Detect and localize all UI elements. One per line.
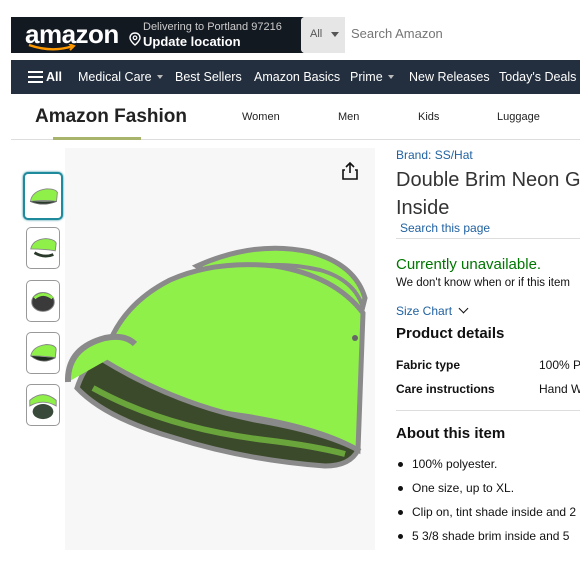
size-chart-label: Size Chart: [396, 304, 453, 318]
search-category-label: All: [310, 28, 323, 40]
search-this-page-link[interactable]: Search this page: [400, 221, 490, 235]
nav-best-sellers[interactable]: Best Sellers: [175, 70, 242, 84]
nav-new-releases[interactable]: New Releases: [409, 70, 490, 84]
store-link-luggage[interactable]: Luggage: [497, 111, 540, 123]
location-pin-icon: [129, 32, 141, 46]
caret-down-icon: [331, 32, 339, 37]
update-location-text: Update location: [143, 34, 241, 49]
visor-thumbnail-icon: [31, 292, 55, 312]
thumbnail-5[interactable]: [26, 384, 60, 426]
product-title-line-2: Inside: [396, 197, 450, 219]
thumbnail-2[interactable]: [26, 227, 60, 269]
search-input[interactable]: [351, 26, 571, 41]
nav-all[interactable]: All: [46, 70, 62, 84]
product-title-line-1: Double Brim Neon G: [396, 169, 580, 191]
nav-amazon-basics[interactable]: Amazon Basics: [254, 70, 340, 84]
product-title: Double Brim Neon G Inside: [396, 166, 580, 222]
caret-down-icon: [156, 75, 163, 79]
nav-prime-label: Prime: [350, 70, 383, 84]
caret-down-icon: [387, 75, 394, 79]
main-product-image[interactable]: [64, 148, 375, 550]
thumbnail-3[interactable]: [26, 280, 60, 322]
store-link-men[interactable]: Men: [338, 111, 359, 123]
visor-thumbnail-icon: [29, 188, 58, 205]
detail-label-fabric-type: Fabric type: [396, 358, 461, 372]
store-link-kids[interactable]: Kids: [418, 111, 439, 123]
divider: [396, 238, 580, 239]
share-icon[interactable]: [340, 161, 360, 181]
about-bullet-text: One size, up to XL.: [412, 481, 515, 495]
brand-link[interactable]: Brand: SS/Hat: [396, 148, 473, 162]
neon-visor-image: [64, 245, 368, 469]
store-navigation-bar: Amazon Fashion Women Men Kids Luggage: [11, 94, 580, 140]
about-bullet-text: 5 3/8 shade brim inside and 5: [412, 529, 570, 543]
about-bullet-text: Clip on, tint shade inside and 2: [412, 505, 577, 519]
detail-value-care-instructions: Hand W: [539, 382, 580, 396]
visor-thumbnail-icon: [29, 394, 57, 420]
detail-label-care-instructions: Care instructions: [396, 382, 495, 396]
availability-note: We don't know when or if this item: [396, 277, 570, 289]
divider: [396, 410, 580, 411]
nav-medical-care[interactable]: Medical Care: [78, 70, 163, 84]
about-bullet-text: 100% polyester.: [412, 457, 498, 471]
search-box: All: [301, 17, 580, 53]
secondary-navigation-bar: All Medical Care Best Sellers Amazon Bas…: [11, 60, 580, 94]
detail-value-fabric-type: 100% P: [539, 358, 580, 372]
visor-thumbnail-icon: [30, 344, 57, 362]
hamburger-menu-icon[interactable]: [28, 71, 43, 83]
nav-todays-deals[interactable]: Today's Deals: [499, 70, 576, 84]
search-category-dropdown[interactable]: All: [301, 17, 345, 53]
availability-status: Currently unavailable.: [396, 256, 542, 273]
store-link-women[interactable]: Women: [242, 111, 280, 123]
page: amazon Delivering to Portland 97216 Upda…: [0, 0, 580, 580]
nav-prime[interactable]: Prime: [350, 70, 394, 84]
store-title[interactable]: Amazon Fashion: [35, 106, 187, 128]
visor-thumbnail-icon: [30, 238, 57, 258]
product-details-heading: Product details: [396, 325, 505, 342]
size-chart-toggle[interactable]: Size Chart: [396, 303, 469, 318]
top-navigation-bar: amazon Delivering to Portland 97216 Upda…: [11, 17, 580, 53]
nav-medical-care-label: Medical Care: [78, 70, 152, 84]
thumbnail-1[interactable]: [23, 172, 63, 220]
store-accent-bar: [53, 137, 141, 140]
thumbnail-4[interactable]: [26, 332, 60, 374]
about-this-item-heading: About this item: [396, 425, 506, 442]
deliver-to-text: Delivering to Portland 97216: [143, 21, 282, 33]
amazon-smile-icon: [28, 44, 76, 51]
chevron-down-icon: [458, 303, 469, 314]
